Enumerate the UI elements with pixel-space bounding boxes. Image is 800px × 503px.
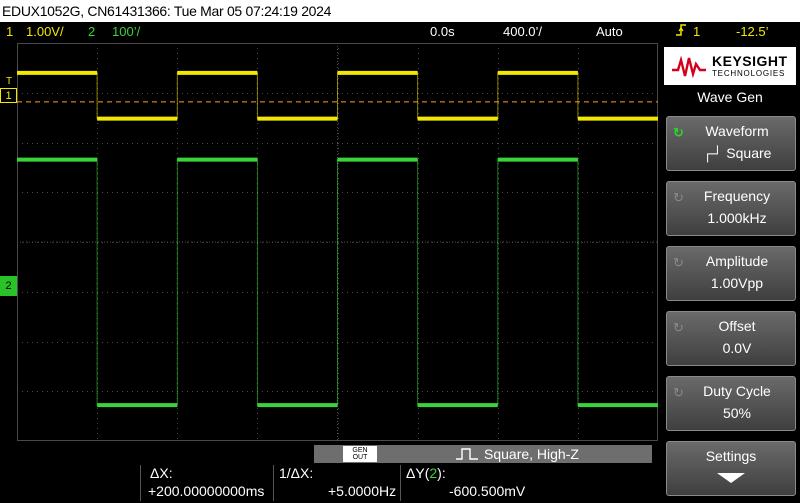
rising-edge-icon (676, 22, 686, 44)
square-wave-icon (456, 448, 478, 460)
inverse-delta-x-label: 1/ΔX: (279, 465, 314, 481)
ch1-scale[interactable]: 1.00V/ (26, 22, 64, 42)
arrow-down-icon (717, 473, 745, 483)
waveform-display[interactable] (17, 43, 658, 441)
window-title: EDUX1052G, CN61431366: Tue Mar 05 07:24:… (0, 0, 800, 22)
graticule (17, 43, 658, 441)
softkey-label: Amplitude (705, 253, 769, 269)
softkey-settings[interactable]: Settings (666, 441, 796, 496)
wavegen-status[interactable]: GEN OUT Square, High-Z (314, 445, 652, 463)
trigger-mode[interactable]: Auto (596, 22, 623, 42)
ch2-number[interactable]: 2 (88, 22, 95, 42)
softkey-value: 50% (722, 405, 752, 421)
divider (400, 465, 401, 501)
keysight-logo: KEYSIGHT TECHNOLOGIES (664, 47, 796, 85)
badge-bottom-text: OUT (352, 454, 368, 461)
status-bar: 1 1.00V/ 2 100’/ 0.0s 400.0’/ Auto 1 -12… (0, 22, 800, 42)
divider (273, 465, 274, 501)
softkey-value: 0.0V (722, 340, 752, 356)
inverse-delta-x-value: +5.0000Hz (328, 483, 397, 499)
divider (140, 465, 141, 501)
time-scale[interactable]: 400.0’/ (503, 22, 542, 42)
softkey-value: 1.00Vpp (710, 275, 764, 291)
ch1-number[interactable]: 1 (6, 22, 13, 42)
keysight-wave-icon (672, 56, 706, 78)
gen-out-badge: GEN OUT (343, 446, 377, 462)
delta-x-value: +200.00000000ms (148, 483, 265, 499)
softkey-value: ┌┘ Square (702, 145, 772, 161)
ch2-scale[interactable]: 100’/ (112, 22, 140, 42)
softkey-label: Waveform (705, 123, 769, 139)
menu-heading: Wave Gen (697, 89, 763, 105)
trigger-level[interactable]: -12.5’ (736, 22, 769, 42)
softkey-value: 1.000kHz (707, 210, 767, 226)
softkey-amplitude[interactable]: ↻ Amplitude 1.00Vpp (666, 246, 796, 301)
ch2-trace-edges (17, 159, 658, 406)
softkey-frequency[interactable]: ↻ Frequency 1.000kHz (666, 181, 796, 236)
delta-y-label: ΔY(2): (406, 465, 446, 481)
delta-x-label: ΔX: (150, 465, 173, 481)
softkey-label: Offset (718, 318, 756, 334)
ch1-trace-edges (17, 72, 658, 120)
trigger-level-marker: T (6, 76, 13, 87)
time-delay[interactable]: 0.0s (430, 22, 455, 42)
delta-y-value: -600.500mV (449, 483, 526, 499)
brand-subtitle: TECHNOLOGIES (712, 69, 786, 78)
softkey-duty-cycle[interactable]: ↻ Duty Cycle 50% (666, 376, 796, 431)
badge-top-text: GEN (352, 447, 368, 454)
softkey-offset[interactable]: ↻ Offset 0.0V (666, 311, 796, 366)
ch1-ground-marker[interactable]: 1 (0, 88, 17, 103)
softkey-label: Duty Cycle (703, 383, 771, 399)
softkey-label: Frequency (703, 188, 771, 204)
brand-name: KEYSIGHT (712, 53, 788, 69)
measurement-bar: GEN OUT Square, High-Z ΔX: +200.00000000… (0, 443, 658, 503)
delta-y-channel: 2 (429, 465, 438, 481)
softkey-waveform[interactable]: ↻ Waveform ┌┘ Square (666, 116, 796, 171)
softkey-label: Settings (705, 448, 757, 464)
ch2-ground-marker[interactable]: 2 (0, 276, 17, 296)
wavegen-description: Square, High-Z (484, 446, 579, 462)
softkey-panel: KEYSIGHT TECHNOLOGIES Wave Gen ↻ Wavefor… (660, 43, 800, 503)
trigger-source[interactable]: 1 (693, 22, 700, 42)
